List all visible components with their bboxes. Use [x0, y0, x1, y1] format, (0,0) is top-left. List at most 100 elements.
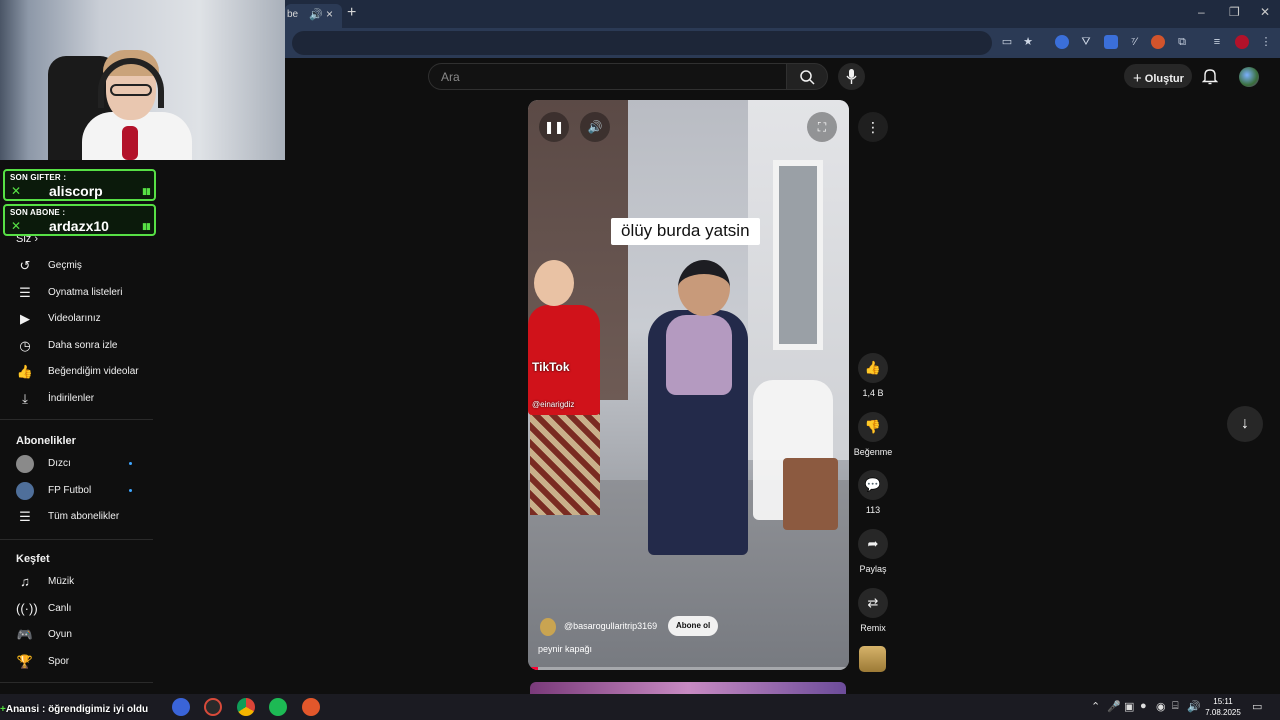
network-icon[interactable]: ⌸: [1172, 700, 1179, 713]
tray-icon[interactable]: ▣: [1124, 700, 1134, 713]
video-scene-window: [773, 160, 823, 350]
remix-button[interactable]: ⇄: [858, 588, 888, 618]
extension-icon[interactable]: [1055, 35, 1069, 49]
sidebar-item-live[interactable]: ((·)) Canlı: [16, 596, 156, 622]
tiktok-watermark: TikTok: [532, 360, 570, 374]
media-control-icon[interactable]: ≡: [1210, 35, 1224, 49]
dislike-label: Beğenme: [853, 447, 893, 457]
sidebar-item-liked-videos[interactable]: 👍 Beğendiğim videolar: [16, 359, 156, 385]
chevron-up-icon[interactable]: ⌃: [1091, 700, 1100, 713]
browser-tab[interactable]: be 🔊 ×: [285, 4, 342, 28]
search-button[interactable]: [786, 63, 828, 90]
sidebar-item-history[interactable]: ↺ Geçmiş: [16, 253, 156, 279]
puzzle-icon[interactable]: ⧉: [1175, 35, 1189, 49]
more-vertical-icon: ⋮: [866, 119, 880, 135]
live-icon: ((·)): [16, 601, 38, 616]
plus-icon: +: [1133, 70, 1142, 87]
sidebar-item-sports[interactable]: 🏆 Spor: [16, 649, 156, 675]
chrome-icon[interactable]: [237, 698, 255, 716]
tab-title: be: [287, 9, 299, 20]
arrow-down-icon: ↓: [1241, 415, 1249, 432]
new-tab-button[interactable]: +: [347, 4, 356, 22]
video-title[interactable]: peynir kapağı: [538, 644, 592, 654]
sidebar-item-playlists[interactable]: ☰ Oynatma listeleri: [16, 280, 156, 306]
alert-x-icon: ✕: [11, 219, 22, 233]
tab-close-icon[interactable]: ×: [326, 7, 333, 21]
sidebar-item-all-subscriptions[interactable]: ☰ Tüm abonelikler: [16, 504, 156, 530]
tray-icon[interactable]: ●: [1140, 700, 1147, 712]
subscriptions-heading: Abonelikler: [16, 435, 76, 447]
channel-avatar: [16, 455, 34, 473]
spotify-icon[interactable]: [269, 698, 287, 716]
dislike-button[interactable]: 👎: [858, 412, 888, 442]
pause-button[interactable]: ❚❚: [539, 112, 569, 142]
discord-icon[interactable]: [172, 698, 190, 716]
volume-button[interactable]: 🔊: [580, 112, 610, 142]
channel-avatar[interactable]: [540, 618, 556, 636]
app-icon[interactable]: [302, 698, 320, 716]
extension-icon[interactable]: [1151, 35, 1165, 49]
share-button[interactable]: ➦: [858, 529, 888, 559]
account-avatar[interactable]: [1239, 67, 1259, 87]
sidebar-item-downloads[interactable]: ⤓ İndirilenler: [16, 386, 156, 412]
sidebar-divider: [0, 682, 153, 683]
comments-button[interactable]: 💬: [858, 470, 888, 500]
bookmark-star-icon[interactable]: ★: [1021, 35, 1035, 49]
subscribe-button[interactable]: Abone ol: [668, 616, 719, 636]
browser-menu-icon[interactable]: ⋮: [1259, 35, 1273, 49]
next-video-button[interactable]: ↓: [1227, 406, 1263, 442]
sidebar-item-music[interactable]: ♫ Müzik: [16, 569, 156, 595]
notifications-bell-icon[interactable]: [1202, 68, 1218, 85]
pause-icon: ❚❚: [543, 120, 565, 134]
speaker-icon[interactable]: 🔊: [309, 8, 323, 21]
cast-icon[interactable]: ▭: [1000, 35, 1014, 49]
short-video-player[interactable]: ölüy burda yatsin TikTok @einarigdiz ❚❚ …: [528, 100, 849, 670]
video-person-left: [530, 400, 600, 515]
extension-icon[interactable]: ⛛: [1079, 35, 1093, 49]
mic-icon[interactable]: 🎤: [1107, 700, 1121, 713]
close-window-button[interactable]: ✕: [1260, 5, 1270, 19]
search-input[interactable]: Ara: [428, 63, 786, 90]
sound-thumbnail[interactable]: [859, 646, 886, 672]
sidebar-item-label: Tüm abonelikler: [48, 511, 120, 522]
music-icon: ♫: [20, 574, 30, 589]
taskbar-clock[interactable]: 15:11 7.08.2025: [1200, 696, 1246, 718]
clock-date: 7.08.2025: [1205, 708, 1241, 717]
sidebar-divider: [0, 539, 153, 540]
profile-avatar[interactable]: [1235, 35, 1249, 49]
video-progress-bar[interactable]: [528, 667, 849, 670]
sidebar-item-subscription[interactable]: Dızcı: [16, 451, 156, 477]
extension-icon[interactable]: [1104, 35, 1118, 49]
last-gifter-alert: SON GIFTER : ✕ aliscorp ▮▮: [3, 169, 156, 201]
sidebar-item-label: Videolarınız: [48, 313, 101, 324]
sidebar-item-label: Dızcı: [48, 458, 71, 469]
thumbs-up-icon: 👍: [864, 360, 882, 375]
notification-center-icon[interactable]: ▭: [1252, 700, 1262, 713]
more-options-button[interactable]: ⋮: [858, 112, 888, 142]
glasses: [110, 84, 152, 96]
sidebar-item-gaming[interactable]: 🎮 Oyun: [16, 622, 156, 648]
sidebar-item-your-videos[interactable]: ▶ Videolarınız: [16, 306, 156, 332]
like-button[interactable]: 👍: [858, 353, 888, 383]
new-content-dot: [129, 489, 132, 492]
share-icon: ➦: [867, 536, 879, 551]
app-icon[interactable]: [204, 698, 222, 716]
minimize-button[interactable]: –: [1198, 5, 1205, 19]
clock-time: 15:11: [1213, 697, 1233, 706]
next-video-preview[interactable]: [530, 682, 846, 694]
sidebar-item-watch-later[interactable]: ◷ Daha sonra izle: [16, 333, 156, 359]
restore-button[interactable]: ❐: [1229, 5, 1240, 19]
fullscreen-button[interactable]: ⛶: [807, 112, 837, 142]
video-person-center: [678, 260, 730, 316]
channel-handle[interactable]: @basarogullaritrip3169: [564, 621, 657, 631]
steam-icon[interactable]: ◉: [1156, 700, 1166, 713]
create-button[interactable]: + Oluştur: [1124, 64, 1192, 88]
list-icon: ☰: [19, 509, 31, 524]
speaker-icon[interactable]: 🔊: [1187, 700, 1201, 713]
tiktok-watermark-handle: @einarigdiz: [532, 400, 575, 409]
address-bar[interactable]: [292, 31, 992, 55]
sidebar-item-subscription[interactable]: FP Futbol: [16, 478, 156, 504]
voice-search-button[interactable]: [838, 63, 865, 90]
fullscreen-icon: ⛶: [817, 120, 827, 134]
translate-icon[interactable]: ⁷⁄: [1127, 35, 1141, 49]
